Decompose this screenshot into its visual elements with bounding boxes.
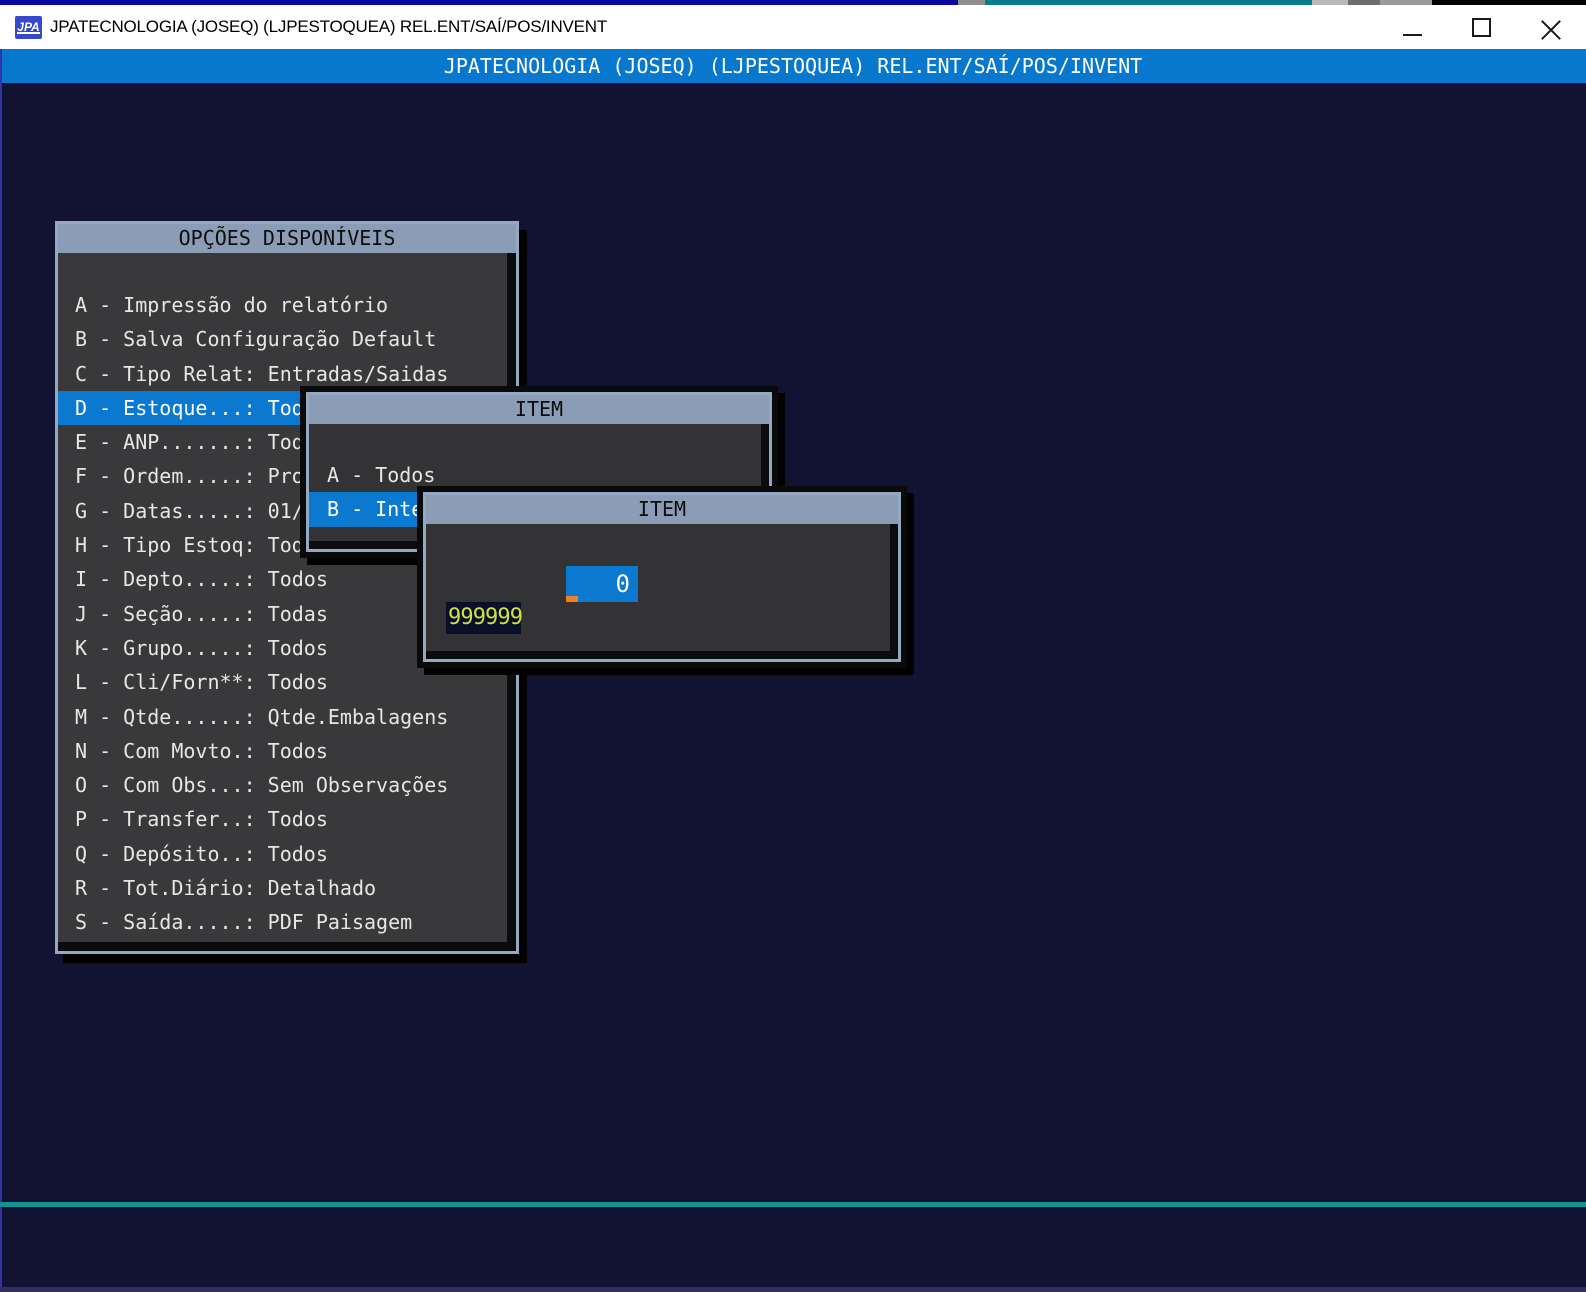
item-dialog-2-title: ITEM [426, 495, 898, 524]
menu-item-o[interactable]: O - Com Obs...: Sem Observações [58, 768, 507, 802]
item-dialog-2-body: 0 999999 [426, 524, 890, 651]
app-icon: JPA [15, 16, 42, 39]
menu-item-l[interactable]: L - Cli/Forn**: Todos [58, 665, 507, 699]
app-header-bar: JPATECNOLOGIA (JOSEQ) (LJPESTOQUEA) REL.… [0, 49, 1586, 83]
item-dialog-1-title: ITEM [309, 395, 769, 424]
item-end-input[interactable]: 999999 [446, 602, 521, 634]
close-button[interactable] [1528, 5, 1574, 49]
maximize-icon [1472, 18, 1491, 37]
window-title: JPATECNOLOGIA (JOSEQ) (LJPESTOQUEA) REL.… [50, 5, 607, 49]
menu-item-p[interactable]: P - Transfer..: Todos [58, 802, 507, 836]
text-cursor [566, 596, 578, 602]
minimize-icon [1403, 34, 1422, 36]
window-bottom-border [0, 1287, 1586, 1292]
menu-item-r[interactable]: R - Tot.Diário: Detalhado [58, 871, 507, 905]
minimize-button[interactable] [1390, 5, 1436, 49]
status-divider-line [0, 1202, 1586, 1207]
menu-item-m[interactable]: M - Qtde......: Qtde.Embalagens [58, 700, 507, 734]
maximize-button[interactable] [1458, 5, 1504, 49]
window-left-border [0, 49, 2, 1287]
app-icon-label: JPA [17, 22, 39, 34]
options-menu-title: OPÇÕES DISPONÍVEIS [58, 224, 516, 253]
menu-item-n[interactable]: N - Com Movto.: Todos [58, 734, 507, 768]
window-titlebar[interactable]: JPA JPATECNOLOGIA (JOSEQ) (LJPESTOQUEA) … [0, 5, 1586, 49]
menu-item-s[interactable]: S - Saída.....: PDF Paisagem [58, 905, 507, 939]
item-dialog-2: ITEM 0 999999 [417, 486, 907, 668]
menu-item-q[interactable]: Q - Depósito..: Todos [58, 837, 507, 871]
menu-item-b[interactable]: B - Salva Configuração Default [58, 322, 507, 356]
menu-item-a[interactable]: A - Impressão do relatório [58, 288, 507, 322]
